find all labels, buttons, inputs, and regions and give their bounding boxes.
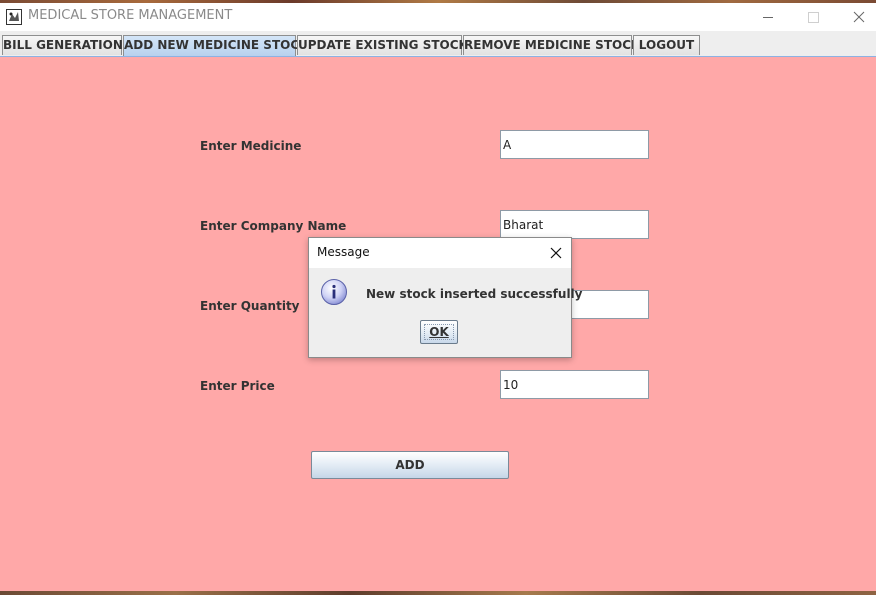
add-button[interactable]: ADD bbox=[311, 451, 509, 479]
medicine-label: Enter Medicine bbox=[200, 139, 302, 153]
tab-bill-generation[interactable]: BILL GENERATION bbox=[2, 35, 123, 55]
close-icon bbox=[853, 11, 865, 23]
maximize-button[interactable] bbox=[790, 3, 836, 31]
medicine-input[interactable] bbox=[500, 130, 649, 159]
info-icon bbox=[321, 279, 347, 305]
tab-remove-medicine-stock[interactable]: REMOVE MEDICINE STOCK bbox=[463, 35, 640, 55]
quantity-label: Enter Quantity bbox=[200, 299, 300, 313]
tab-add-new-medicine-stock[interactable]: ADD NEW MEDICINE STOCK bbox=[123, 35, 308, 56]
close-button[interactable] bbox=[835, 3, 876, 31]
close-icon[interactable] bbox=[547, 244, 565, 262]
app-icon bbox=[6, 9, 22, 25]
tab-bar: BILL GENERATION ADD NEW MEDICINE STOCK U… bbox=[0, 31, 876, 57]
tab-logout[interactable]: LOGOUT bbox=[633, 35, 700, 55]
dialog-title: Message bbox=[317, 245, 370, 259]
desktop-background-bottom bbox=[0, 591, 876, 595]
dialog-message: New stock inserted successfully bbox=[366, 287, 583, 301]
window-title: MEDICAL STORE MANAGEMENT bbox=[28, 8, 233, 23]
company-name-label: Enter Company Name bbox=[200, 219, 347, 233]
title-bar[interactable]: MEDICAL STORE MANAGEMENT bbox=[0, 3, 876, 31]
focus-ring bbox=[424, 324, 454, 340]
price-label: Enter Price bbox=[200, 379, 275, 393]
dialog-title-bar[interactable]: Message bbox=[309, 238, 571, 268]
minimize-icon bbox=[763, 17, 773, 18]
maximize-icon bbox=[808, 12, 819, 23]
message-dialog: Message New stock inserted successfully … bbox=[308, 237, 583, 358]
minimize-button[interactable] bbox=[745, 3, 791, 31]
price-input[interactable] bbox=[500, 370, 649, 399]
ok-button[interactable]: OK bbox=[420, 320, 458, 344]
tab-update-existing-stock[interactable]: UPDATE EXISTING STOCK bbox=[297, 35, 468, 55]
company-name-input[interactable] bbox=[500, 210, 649, 239]
